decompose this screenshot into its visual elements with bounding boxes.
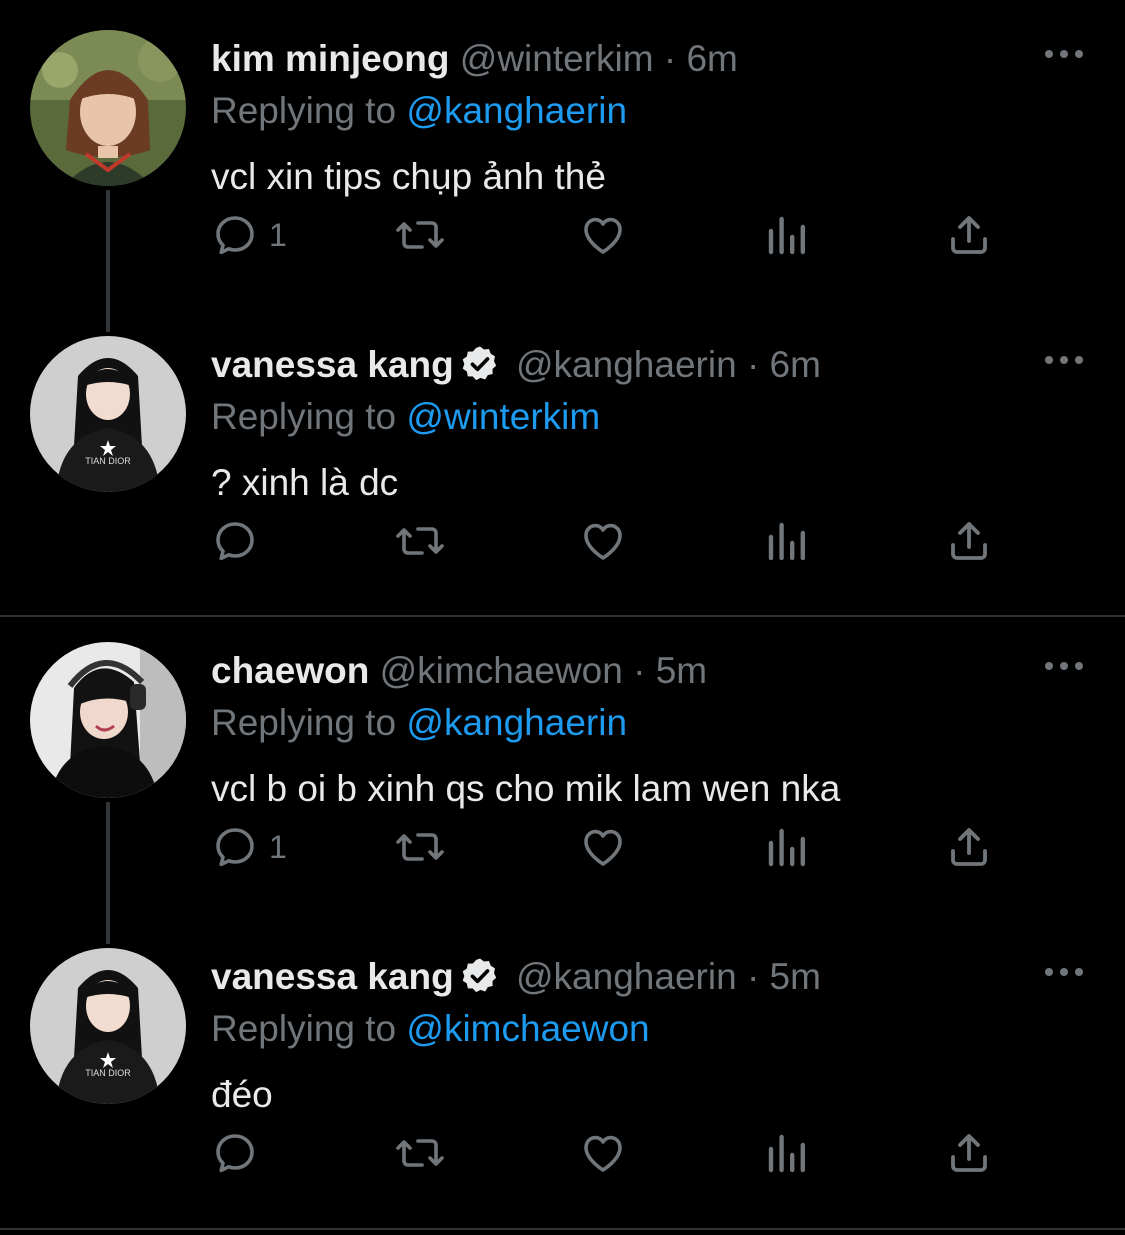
verified-icon xyxy=(462,346,496,381)
reply-icon xyxy=(216,216,254,255)
user-handle[interactable]: @kanghaerin xyxy=(516,956,737,997)
more-icon[interactable] xyxy=(1043,962,1085,982)
more-icon[interactable] xyxy=(1043,350,1085,370)
replying-to: Replying to @kimchaewon xyxy=(211,1006,650,1052)
replying-prefix: Replying to xyxy=(211,1008,397,1049)
share-button[interactable] xyxy=(945,822,993,872)
avatar[interactable]: TIAN DIOR xyxy=(30,336,186,492)
avatar[interactable] xyxy=(30,30,186,186)
replying-prefix: Replying to xyxy=(211,396,397,437)
divider xyxy=(0,1228,1125,1230)
like-button[interactable] xyxy=(579,516,627,566)
more-icon[interactable] xyxy=(1043,44,1085,64)
views-icon xyxy=(768,522,805,561)
verified-icon xyxy=(462,958,496,993)
reply-button[interactable]: 1 xyxy=(211,210,287,260)
views-icon xyxy=(768,828,805,867)
user-handle[interactable]: @kanghaerin xyxy=(516,344,737,385)
user-handle[interactable]: @kimchaewon xyxy=(380,650,623,691)
reply-button[interactable] xyxy=(211,516,269,566)
replying-prefix: Replying to xyxy=(211,702,397,743)
retweet-icon xyxy=(396,833,444,861)
user-handle[interactable]: @winterkim xyxy=(460,38,654,79)
replying-to: Replying to @winterkim xyxy=(211,394,600,440)
retweet-button[interactable] xyxy=(393,822,447,872)
views-icon xyxy=(768,216,805,255)
separator-dot: · xyxy=(746,956,760,997)
display-name[interactable]: kim minjeong xyxy=(211,38,449,79)
retweet-icon xyxy=(396,1139,444,1167)
like-button[interactable] xyxy=(579,210,627,260)
svg-text:TIAN DIOR: TIAN DIOR xyxy=(85,456,131,466)
tweet-header: chaewon @kimchaewon · 5m xyxy=(211,648,707,694)
tweet[interactable]: kim minjeong @winterkim · 6m Replying to… xyxy=(0,0,1125,306)
tweet-header: kim minjeong @winterkim · 6m xyxy=(211,36,738,82)
retweet-button[interactable] xyxy=(393,516,447,566)
views-icon xyxy=(768,1134,805,1173)
like-icon xyxy=(584,217,622,254)
tweet-text: vcl xin tips chụp ảnh thẻ xyxy=(211,156,606,197)
like-icon xyxy=(584,829,622,866)
reply-icon xyxy=(216,1134,254,1173)
tweet-actions: 1 xyxy=(211,210,1011,260)
like-icon xyxy=(584,1135,622,1172)
display-name[interactable]: vanessa kang xyxy=(211,344,454,385)
tweet[interactable]: TIAN DIOR vanessa kang @kanghaerin · 6m … xyxy=(0,306,1125,612)
tweet-actions xyxy=(211,516,1011,566)
share-icon xyxy=(951,216,987,254)
retweet-button[interactable] xyxy=(393,210,447,260)
tweet-actions: 1 xyxy=(211,822,1011,872)
svg-text:TIAN DIOR: TIAN DIOR xyxy=(85,1068,131,1078)
tweet-text: ? xinh là dc xyxy=(211,462,399,503)
reply-icon xyxy=(216,828,254,867)
like-button[interactable] xyxy=(579,822,627,872)
views-button[interactable] xyxy=(763,516,811,566)
avatar[interactable] xyxy=(30,642,186,798)
share-button[interactable] xyxy=(945,210,993,260)
separator-dot: · xyxy=(746,344,760,385)
replying-to-link[interactable]: @winterkim xyxy=(406,396,600,437)
views-button[interactable] xyxy=(763,1128,811,1178)
tweet-text: đéo xyxy=(211,1074,273,1115)
reply-count: 1 xyxy=(269,216,287,253)
share-button[interactable] xyxy=(945,1128,993,1178)
replying-to-link[interactable]: @kanghaerin xyxy=(406,90,627,131)
avatar[interactable]: TIAN DIOR xyxy=(30,948,186,1104)
tweet-header: vanessa kang @kanghaerin · 5m xyxy=(211,954,821,1000)
views-button[interactable] xyxy=(763,210,811,260)
share-icon xyxy=(951,828,987,866)
retweet-icon xyxy=(396,221,444,249)
more-icon[interactable] xyxy=(1043,656,1085,676)
display-name[interactable]: vanessa kang xyxy=(211,956,454,997)
timestamp[interactable]: 5m xyxy=(770,956,821,997)
timestamp[interactable]: 5m xyxy=(656,650,707,691)
tweet-text: vcl b oi b xinh qs cho mik lam wen nka xyxy=(211,768,841,809)
timestamp[interactable]: 6m xyxy=(686,38,737,79)
timestamp[interactable]: 6m xyxy=(770,344,821,385)
replying-to-link[interactable]: @kimchaewon xyxy=(406,1008,649,1049)
replying-to: Replying to @kanghaerin xyxy=(211,88,627,134)
reply-count: 1 xyxy=(269,828,287,865)
retweet-button[interactable] xyxy=(393,1128,447,1178)
reply-button[interactable]: 1 xyxy=(211,822,287,872)
share-icon xyxy=(951,522,987,560)
tweet[interactable]: chaewon @kimchaewon · 5m Replying to @ka… xyxy=(0,612,1125,918)
tweet-actions xyxy=(211,1128,1011,1178)
reply-icon xyxy=(216,522,254,561)
retweet-icon xyxy=(396,527,444,555)
reply-button[interactable] xyxy=(211,1128,269,1178)
separator-dot: · xyxy=(663,38,677,79)
display-name[interactable]: chaewon xyxy=(211,650,369,691)
share-button[interactable] xyxy=(945,516,993,566)
share-icon xyxy=(951,1134,987,1172)
tweet-header: vanessa kang @kanghaerin · 6m xyxy=(211,342,821,388)
like-icon xyxy=(584,523,622,560)
replying-to-link[interactable]: @kanghaerin xyxy=(406,702,627,743)
tweet[interactable]: TIAN DIOR vanessa kang @kanghaerin · 5m … xyxy=(0,918,1125,1224)
replying-prefix: Replying to xyxy=(211,90,397,131)
replying-to: Replying to @kanghaerin xyxy=(211,700,627,746)
like-button[interactable] xyxy=(579,1128,627,1178)
views-button[interactable] xyxy=(763,822,811,872)
separator-dot: · xyxy=(633,650,646,691)
